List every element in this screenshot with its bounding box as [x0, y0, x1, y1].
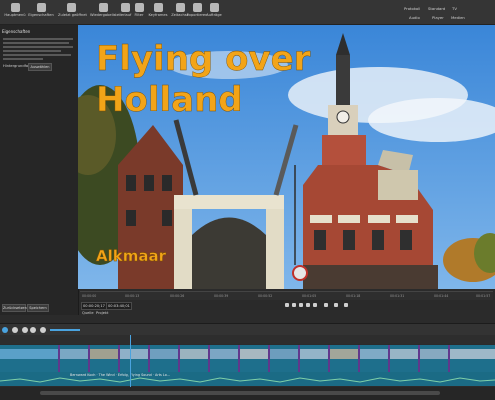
rewind-icon[interactable] [292, 303, 296, 307]
properties-text-line [3, 38, 73, 40]
properties-icon [36, 3, 46, 12]
play-icon[interactable] [299, 303, 303, 307]
background-color-button[interactable]: Auswählen [28, 63, 52, 71]
save-button[interactable]: Speichern [27, 304, 49, 312]
ruler-tick: 00:01:57 [476, 294, 491, 298]
zoom-out-icon[interactable] [40, 327, 46, 333]
timeline-ruler[interactable] [0, 335, 495, 344]
ripple-all-icon[interactable] [30, 327, 36, 333]
properties-text-line [3, 54, 71, 56]
total-timecode: 00:03:40;01 [106, 302, 132, 310]
timeline-scrollbar[interactable] [0, 387, 495, 400]
main-toolbar: Hauptmenü Eigenschaften Zuletzt geöffnet… [0, 0, 495, 25]
ruler-tick: 00:01:05 [302, 294, 317, 298]
layout-switch-default[interactable]: Standard [428, 6, 445, 11]
timeline-scrollbar-handle[interactable] [40, 391, 440, 395]
video-track-thumbnails [0, 345, 495, 372]
ruler-tick: 00:00:00 [82, 294, 97, 298]
ruler-tick: 00:00:13 [125, 294, 140, 298]
player-transport-bar: 00:00:20;17 00:03:40;01 [80, 300, 493, 310]
fast-forward-icon[interactable] [306, 303, 310, 307]
layout-switch-log[interactable]: Protokoll [404, 6, 420, 11]
tab-project[interactable]: Projekt [96, 311, 108, 315]
video-preview[interactable]: Flying over Holland Alkmaar [78, 25, 495, 289]
ruler-tick: 00:00:26 [170, 294, 185, 298]
reset-button[interactable]: Zurücksetzen [2, 304, 27, 312]
player-source-tabs: Quelle Projekt [80, 310, 493, 318]
layout-switch-tv[interactable]: TV [452, 6, 457, 11]
snap-icon[interactable] [2, 327, 8, 333]
ripple-icon[interactable] [22, 327, 28, 333]
properties-text-line [3, 58, 43, 60]
title-overlay-line2: Holland [96, 80, 243, 120]
properties-text-line [3, 50, 61, 52]
timeline-playhead[interactable] [130, 335, 131, 387]
timeline-zoom-slider[interactable] [50, 329, 80, 331]
grid-icon[interactable] [344, 303, 348, 307]
current-timecode[interactable]: 00:00:20;17 [81, 302, 107, 310]
ruler-tick: 00:01:18 [346, 294, 361, 298]
tab-source[interactable]: Quelle [82, 311, 94, 315]
toolbar-button-menu[interactable]: Hauptmenü [2, 2, 28, 22]
ruler-tick: 00:01:44 [434, 294, 449, 298]
ruler-tick: 00:01:31 [390, 294, 405, 298]
layout-switch-player[interactable]: Player [432, 15, 444, 20]
properties-text-line [3, 46, 73, 48]
zoom-icon[interactable] [334, 303, 338, 307]
scrub-icon[interactable] [12, 327, 18, 333]
subtitle-overlay: Alkmaar [96, 247, 166, 265]
volume-icon[interactable] [324, 303, 328, 307]
menu-icon [10, 3, 20, 12]
properties-text-line [3, 42, 69, 44]
toolbar-button-recent[interactable]: Zuletzt geöffnet [58, 2, 87, 22]
toolbar-button-properties[interactable]: Eigenschaften [28, 2, 54, 22]
ruler-tick: 00:00:39 [214, 294, 229, 298]
properties-panel-title: Eigenschaften [2, 29, 31, 34]
filter-icon [134, 3, 144, 12]
playlist-icon [98, 3, 108, 12]
recent-icon [66, 3, 76, 12]
skip-next-icon[interactable] [313, 303, 317, 307]
keyframes-icon [153, 3, 163, 12]
skip-previous-icon[interactable] [285, 303, 289, 307]
layout-switch-audio[interactable]: Audio [409, 15, 420, 20]
jobs-icon [209, 3, 219, 12]
audio-clip-label: Bernward Koch · The Wind · Erfolg, Flyin… [70, 373, 170, 377]
toolbar-button-jobs[interactable]: Aufträge [201, 2, 227, 22]
title-overlay-line1: Flying over [96, 39, 311, 79]
layout-switch-media[interactable]: Medien [451, 15, 465, 20]
ruler-tick: 00:00:52 [258, 294, 273, 298]
